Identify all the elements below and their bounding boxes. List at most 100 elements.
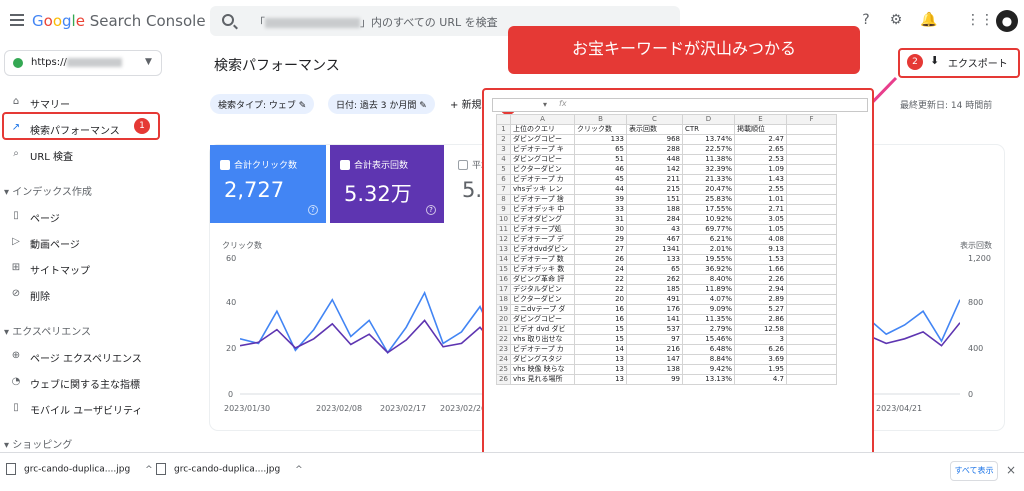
table-cell[interactable]: [786, 164, 837, 175]
metric-card-impressions[interactable]: 合計表示回数 5.32万 ?: [330, 145, 444, 223]
help-icon[interactable]: ?: [308, 205, 318, 215]
table-cell[interactable]: 46: [574, 164, 627, 175]
table-cell[interactable]: [786, 194, 837, 205]
table-cell[interactable]: 4.7: [734, 374, 787, 385]
table-cell[interactable]: 1.66: [734, 264, 787, 275]
metric-card-ctr[interactable]: 平均 C 5.1: [448, 145, 499, 223]
table-cell[interactable]: 20.47%: [682, 184, 735, 195]
column-header[interactable]: D: [682, 114, 735, 125]
property-selector[interactable]: https:// ▼: [4, 50, 162, 76]
table-cell[interactable]: 1.43: [734, 174, 787, 185]
table-cell[interactable]: 31: [574, 214, 627, 225]
table-cell[interactable]: ビデオテープ キ: [510, 144, 575, 155]
table-cell[interactable]: [786, 374, 837, 385]
table-cell[interactable]: 2.53: [734, 154, 787, 165]
table-cell[interactable]: [786, 254, 837, 265]
table-cell[interactable]: 448: [626, 154, 683, 165]
table-cell[interactable]: 138: [626, 364, 683, 375]
table-cell[interactable]: 13: [574, 364, 627, 375]
table-cell[interactable]: 25.83%: [682, 194, 735, 205]
table-cell[interactable]: 3: [734, 334, 787, 345]
table-cell[interactable]: 9.09%: [682, 304, 735, 315]
table-cell[interactable]: 65: [626, 264, 683, 275]
apps-grid-icon[interactable]: ⋮⋮: [966, 12, 994, 28]
table-cell[interactable]: ダビングスタジ: [510, 354, 575, 365]
table-cell[interactable]: 176: [626, 304, 683, 315]
table-cell[interactable]: ビデオdvdダビン: [510, 244, 575, 255]
table-cell[interactable]: ダビングコピー: [510, 134, 575, 145]
table-cell[interactable]: 22: [574, 284, 627, 295]
table-cell[interactable]: 1.09: [734, 164, 787, 175]
table-cell[interactable]: 掲載順位: [734, 124, 787, 135]
table-cell[interactable]: 22: [574, 274, 627, 285]
table-cell[interactable]: 11.35%: [682, 314, 735, 325]
table-cell[interactable]: [786, 154, 837, 165]
table-cell[interactable]: [786, 224, 837, 235]
table-cell[interactable]: 13: [574, 374, 627, 385]
table-cell[interactable]: 262: [626, 274, 683, 285]
table-cell[interactable]: ビデオテープ 数: [510, 254, 575, 265]
table-cell[interactable]: 1.05: [734, 224, 787, 235]
row-number[interactable]: 18: [496, 294, 511, 305]
avatar[interactable]: ●: [996, 10, 1018, 32]
table-cell[interactable]: 21.33%: [682, 174, 735, 185]
table-cell[interactable]: 142: [626, 164, 683, 175]
table-cell[interactable]: 2.94: [734, 284, 787, 295]
table-cell[interactable]: ビデオデッキ 中: [510, 204, 575, 215]
bell-icon[interactable]: 🔔: [920, 12, 937, 28]
table-cell[interactable]: [786, 144, 837, 155]
table-cell[interactable]: 26: [574, 254, 627, 265]
table-cell[interactable]: ビデオテープ カ: [510, 174, 575, 185]
table-cell[interactable]: 8.40%: [682, 274, 735, 285]
table-cell[interactable]: 2.47: [734, 134, 787, 145]
table-cell[interactable]: 99: [626, 374, 683, 385]
table-cell[interactable]: 9.13: [734, 244, 787, 255]
table-cell[interactable]: vhsデッキ レン: [510, 184, 575, 195]
row-number[interactable]: 17: [496, 284, 511, 295]
table-cell[interactable]: 215: [626, 184, 683, 195]
table-cell[interactable]: [786, 184, 837, 195]
table-cell[interactable]: 1.95: [734, 364, 787, 375]
table-cell[interactable]: ビデオテープ 捨: [510, 194, 575, 205]
table-cell[interactable]: ミニdvテープ ダ: [510, 304, 575, 315]
table-cell[interactable]: [786, 174, 837, 185]
spreadsheet-grid[interactable]: ABCDEF 1 上位のクエリ クリック数 表示回数 CTR 掲載順位 2 ダビングコピー 13…: [496, 114, 864, 476]
row-number[interactable]: 9: [496, 204, 511, 215]
table-cell[interactable]: [786, 274, 837, 285]
row-number[interactable]: 3: [496, 144, 511, 155]
table-cell[interactable]: 44: [574, 184, 627, 195]
row-number[interactable]: 23: [496, 344, 511, 355]
row-number[interactable]: 13: [496, 244, 511, 255]
row-number[interactable]: 6: [496, 174, 511, 185]
table-cell[interactable]: ビデオダビング: [510, 214, 575, 225]
table-cell[interactable]: 133: [574, 134, 627, 145]
table-cell[interactable]: 1.01: [734, 194, 787, 205]
table-cell[interactable]: 188: [626, 204, 683, 215]
table-cell[interactable]: 36.92%: [682, 264, 735, 275]
table-cell[interactable]: 1341: [626, 244, 683, 255]
column-header[interactable]: F: [786, 114, 837, 125]
column-header[interactable]: C: [626, 114, 683, 125]
menu-icon[interactable]: [10, 14, 24, 26]
app-logo[interactable]: Google Search Console: [32, 12, 206, 30]
table-cell[interactable]: [786, 344, 837, 355]
table-cell[interactable]: 24: [574, 264, 627, 275]
table-cell[interactable]: ダビングコピー: [510, 154, 575, 165]
table-cell[interactable]: 151: [626, 194, 683, 205]
table-cell[interactable]: 2.01%: [682, 244, 735, 255]
table-cell[interactable]: 288: [626, 144, 683, 155]
table-cell[interactable]: 20: [574, 294, 627, 305]
table-cell[interactable]: [786, 234, 837, 245]
metric-card-clicks[interactable]: 合計クリック数 2,727 ?: [210, 145, 326, 223]
table-cell[interactable]: vhs 見れる場所: [510, 374, 575, 385]
row-number[interactable]: 19: [496, 304, 511, 315]
show-all-button[interactable]: すべて表示: [950, 461, 998, 481]
sidebar-item-performance[interactable]: ↗ 検索パフォーマンス: [4, 118, 164, 138]
row-number[interactable]: 15: [496, 264, 511, 275]
table-cell[interactable]: 上位のクエリ: [510, 124, 575, 135]
table-cell[interactable]: [786, 124, 837, 135]
table-cell[interactable]: 2.86: [734, 314, 787, 325]
table-cell[interactable]: 15.46%: [682, 334, 735, 345]
table-cell[interactable]: [786, 214, 837, 225]
table-cell[interactable]: 1.53: [734, 254, 787, 265]
